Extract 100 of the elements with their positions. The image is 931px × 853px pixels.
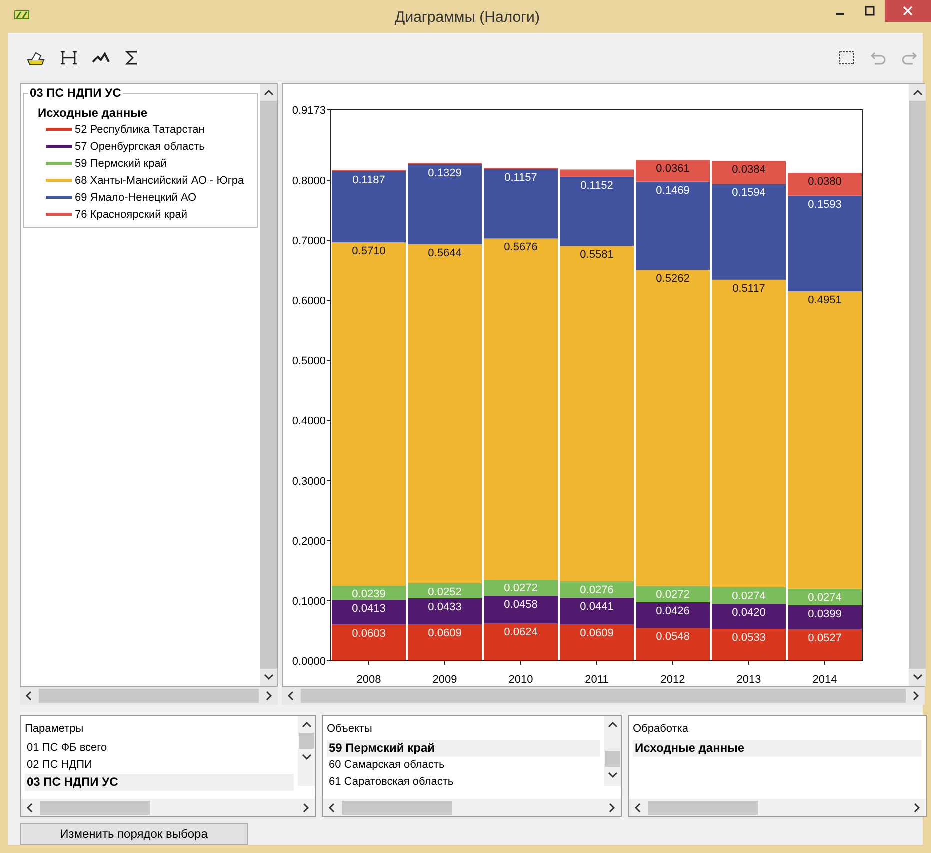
scrollbar-thumb[interactable] (648, 800, 758, 814)
scroll-left-icon[interactable] (328, 802, 336, 812)
data-label: 0.0426 (656, 606, 690, 618)
scroll-down-icon[interactable] (264, 673, 274, 681)
data-label: 0.0276 (580, 584, 614, 596)
x-axis-label: 2009 (432, 674, 458, 686)
data-label: 0.1469 (656, 184, 690, 197)
data-label: 0.0420 (732, 606, 766, 619)
list-item[interactable]: 03 ПС НДПИ УС (25, 774, 294, 791)
select-area-icon[interactable] (839, 51, 855, 65)
scroll-right-icon[interactable] (302, 802, 310, 812)
vertical-scrollbar[interactable] (604, 716, 621, 786)
vertical-scrollbar[interactable] (298, 716, 315, 786)
print-icon[interactable] (26, 50, 46, 66)
scroll-left-icon[interactable] (26, 802, 34, 812)
list-header: Объекты (327, 722, 374, 737)
scroll-down-icon[interactable] (608, 771, 618, 779)
y-axis-label: 0.9173 (292, 105, 326, 117)
scroll-up-icon[interactable] (302, 721, 312, 729)
list-item[interactable]: 02 ПС НДПИ (25, 757, 294, 774)
data-label: 0.0413 (352, 602, 386, 615)
y-axis-label: 0.1000 (292, 596, 326, 608)
scrollbar-thumb[interactable] (605, 751, 620, 767)
list-item[interactable]: Исходные данные (633, 740, 922, 757)
data-label: 0.0272 (656, 589, 690, 602)
data-label: 0.0624 (504, 626, 538, 639)
data-label: 0.0548 (656, 631, 690, 644)
horizontal-scrollbar[interactable] (629, 799, 926, 816)
y-axis-label: 0.8000 (292, 175, 326, 188)
scrollbar-thumb[interactable] (299, 733, 314, 749)
scroll-right-icon[interactable] (912, 691, 920, 701)
scroll-right-icon[interactable] (265, 691, 273, 701)
data-label: 0.1187 (352, 174, 386, 186)
data-label: 0.0533 (732, 632, 766, 644)
scroll-up-icon[interactable] (264, 89, 274, 97)
legend-label: 68 Ханты-Мансийский АО - Югра (75, 174, 244, 186)
scroll-left-icon[interactable] (287, 691, 295, 701)
data-label: 0.4951 (808, 294, 842, 307)
scroll-left-icon[interactable] (634, 802, 642, 812)
x-axis-label: 2011 (585, 674, 609, 686)
x-axis-label: 2013 (736, 674, 762, 686)
legend-group-label: Исходные данные (38, 106, 149, 120)
scroll-down-icon[interactable] (912, 673, 922, 681)
data-label: 0.0384 (732, 164, 766, 176)
legend-label: 57 Оренбургская область (75, 140, 205, 152)
close-button[interactable] (885, 0, 931, 22)
data-label: 0.0399 (808, 608, 842, 620)
horizontal-scrollbar[interactable] (20, 687, 278, 705)
close-icon (903, 6, 913, 16)
legend-label: 52 Республика Татарстан (75, 124, 205, 136)
scrollbar-thumb[interactable] (301, 689, 906, 703)
data-label: 0.0433 (428, 601, 462, 614)
y-axis-label: 0.3000 (292, 476, 326, 488)
scroll-down-icon[interactable] (302, 753, 312, 761)
horizontal-scrollbar[interactable] (282, 687, 925, 705)
data-label: 0.0252 (428, 586, 462, 598)
app-icon (14, 9, 30, 21)
y-axis-label: 0.6000 (292, 296, 326, 308)
data-label: 0.0272 (504, 582, 538, 595)
y-axis-label: 0.0000 (292, 656, 326, 668)
list-item[interactable]: 60 Самарская область (327, 757, 600, 774)
sum-icon[interactable] (124, 50, 140, 66)
interval-icon[interactable] (60, 50, 78, 66)
list-item[interactable]: 59 Пермский край (327, 740, 600, 757)
scroll-up-icon[interactable] (608, 721, 618, 729)
data-label: 0.0361 (656, 163, 690, 176)
scrollbar-thumb[interactable] (39, 689, 259, 703)
list-header: Обработка (633, 722, 690, 737)
horizontal-scrollbar[interactable] (21, 799, 315, 816)
data-label: 0.0380 (808, 176, 842, 188)
data-label: 0.0239 (352, 588, 386, 601)
data-label: 0.0274 (808, 592, 842, 604)
scrollbar-thumb[interactable] (40, 800, 150, 814)
data-label: 0.1329 (428, 167, 462, 180)
minimize-icon (836, 13, 844, 15)
scroll-up-icon[interactable] (912, 89, 922, 97)
data-label: 0.0609 (428, 627, 462, 640)
data-label: 0.0609 (580, 627, 614, 640)
scrollbar-thumb[interactable] (342, 800, 452, 814)
y-axis-label: 0.5000 (292, 356, 326, 368)
list-item[interactable]: 01 ПС ФБ всего (25, 740, 294, 757)
scroll-right-icon[interactable] (608, 802, 616, 812)
horizontal-scrollbar[interactable] (323, 799, 621, 816)
window-title: Диаграммы (Налоги) (395, 9, 540, 26)
x-axis-label: 2012 (660, 674, 686, 686)
legend-label: 76 Красноярский край (75, 208, 188, 220)
data-label: 0.5676 (504, 242, 538, 254)
legend-label: 69 Ямало-Ненецкий АО (75, 192, 197, 204)
y-axis-label: 0.2000 (292, 536, 326, 548)
legend-title: 03 ПС НДПИ УС (28, 86, 124, 100)
legend-label: 59 Пермский край (75, 158, 167, 170)
data-label: 0.0458 (504, 599, 538, 611)
list-header: Параметры (25, 722, 85, 737)
scroll-right-icon[interactable] (913, 802, 921, 812)
change-order-button[interactable]: Изменить порядок выбора (20, 823, 248, 845)
scroll-left-icon[interactable] (25, 691, 33, 701)
data-label: 0.1594 (732, 187, 766, 200)
list-item[interactable]: 61 Саратовская область (327, 774, 600, 791)
data-label: 0.5262 (656, 273, 690, 286)
x-axis-label: 2014 (812, 674, 838, 686)
